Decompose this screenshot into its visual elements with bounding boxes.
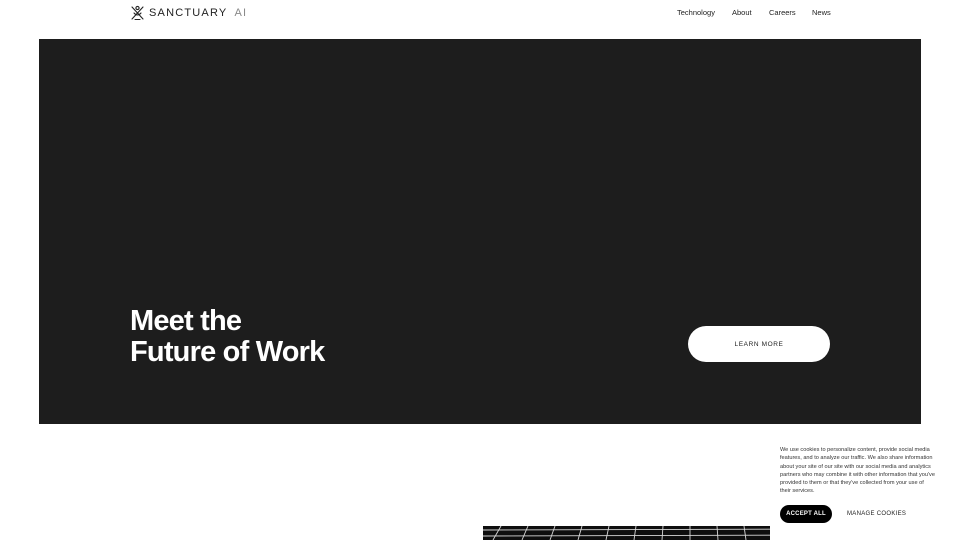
cookie-banner: We use cookies to personalize content, p… (770, 438, 960, 540)
nav-news[interactable]: News (812, 8, 831, 17)
page: SANCTUARY AI Technology About Careers Ne… (0, 0, 960, 540)
logo-suffix: AI (234, 7, 248, 19)
hero-section: Meet the Future of Work LEARN MORE (39, 39, 921, 424)
sanctuary-logo-icon (130, 5, 145, 21)
learn-more-button[interactable]: LEARN MORE (688, 326, 830, 362)
manage-cookies-button[interactable]: MANAGE COOKIES (842, 505, 911, 523)
hero-title: Meet the Future of Work (130, 305, 325, 368)
site-header: SANCTUARY AI Technology About Careers Ne… (0, 0, 960, 28)
hero-title-line-1: Meet the (130, 305, 242, 337)
cookie-text: We use cookies to personalize content, p… (780, 447, 935, 495)
logo-text: SANCTUARY (149, 7, 228, 19)
nav-technology[interactable]: Technology (677, 8, 715, 17)
accept-all-button[interactable]: ACCEPT ALL (780, 505, 832, 523)
nav-careers[interactable]: Careers (769, 8, 796, 17)
hero-title-line-2: Future of Work (130, 336, 325, 368)
nav-about[interactable]: About (732, 8, 752, 17)
logo-link[interactable]: SANCTUARY AI (130, 5, 247, 21)
